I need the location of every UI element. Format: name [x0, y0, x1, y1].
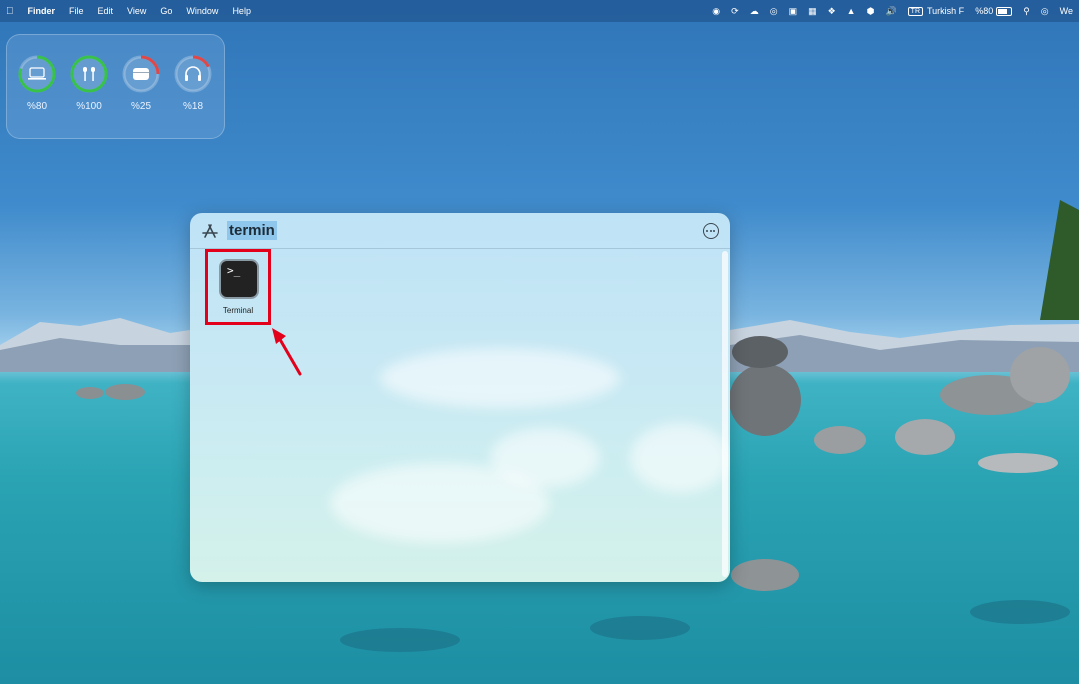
laptop-icon [18, 55, 56, 93]
battery-label: %25 [130, 101, 151, 112]
grid-icon[interactable]: ▦ [808, 6, 817, 17]
menu-bar:  Finder File Edit View Go Window Help ◉… [0, 0, 1079, 22]
battery-item-airpods: %100 [68, 55, 110, 112]
menubar-clock[interactable]: We [1060, 6, 1073, 16]
keyboard-icon[interactable]: TR [907, 6, 924, 16]
input-source-label[interactable]: Turkish F [927, 6, 964, 16]
menu-help[interactable]: Help [232, 6, 251, 16]
spotlight-scrollbar[interactable] [722, 251, 728, 577]
extensions-icon[interactable]: ❖ [828, 6, 836, 17]
airpods-icon [70, 55, 108, 93]
batteries-widget: %80 %100 %25 %18 [6, 34, 225, 139]
background-cloud [490, 428, 600, 488]
menu-file[interactable]: File [69, 6, 84, 16]
headphones-icon [174, 55, 212, 93]
spotlight-window: termin >_ Terminal [190, 213, 730, 582]
menu-edit[interactable]: Edit [98, 6, 114, 16]
battery-label: %100 [76, 101, 102, 112]
battery-label: %18 [182, 101, 203, 112]
upload-icon[interactable]: ▲ [847, 6, 856, 16]
cube-icon[interactable]: ⬢ [867, 6, 875, 17]
spotlight-search-input[interactable]: termin [227, 221, 277, 240]
apple-menu-icon[interactable]:  [6, 6, 14, 17]
menu-window[interactable]: Window [186, 6, 218, 16]
volume-icon[interactable]: 🔊 [885, 6, 896, 17]
sync-icon[interactable]: ⟳ [731, 6, 739, 17]
battery-icon[interactable] [996, 6, 1013, 16]
menu-view[interactable]: View [127, 6, 146, 16]
battery-item-case: %25 [120, 55, 162, 112]
control-center-icon[interactable]: ◎ [1041, 6, 1049, 17]
battery-item-laptop: %80 [16, 55, 58, 112]
more-options-icon[interactable] [703, 223, 719, 239]
terminal-icon: >_ [219, 259, 259, 299]
weather-icon[interactable]: ☁ [750, 6, 759, 17]
camera-icon[interactable]: ▣ [789, 6, 798, 17]
record-icon[interactable]: ◉ [712, 6, 720, 17]
airpods-case-icon [122, 55, 160, 93]
app-store-icon [202, 224, 218, 238]
background-cloud [630, 423, 730, 493]
result-label: Terminal [222, 306, 254, 315]
battery-percent[interactable]: %80 [975, 6, 993, 16]
battery-item-headphones: %18 [172, 55, 214, 112]
background-cloud [380, 348, 620, 408]
terminal-prompt-glyph: >_ [227, 264, 241, 277]
battery-label: %80 [26, 101, 47, 112]
menu-go[interactable]: Go [160, 6, 172, 16]
annotation-arrow [272, 328, 302, 376]
spotlight-search-icon[interactable]: ⚲ [1023, 6, 1030, 17]
spotlight-search-row: termin [190, 213, 730, 249]
search-result-terminal[interactable]: >_ Terminal [205, 249, 271, 325]
binoculars-icon[interactable]: ◎ [770, 6, 778, 17]
menu-app-name[interactable]: Finder [28, 6, 56, 16]
